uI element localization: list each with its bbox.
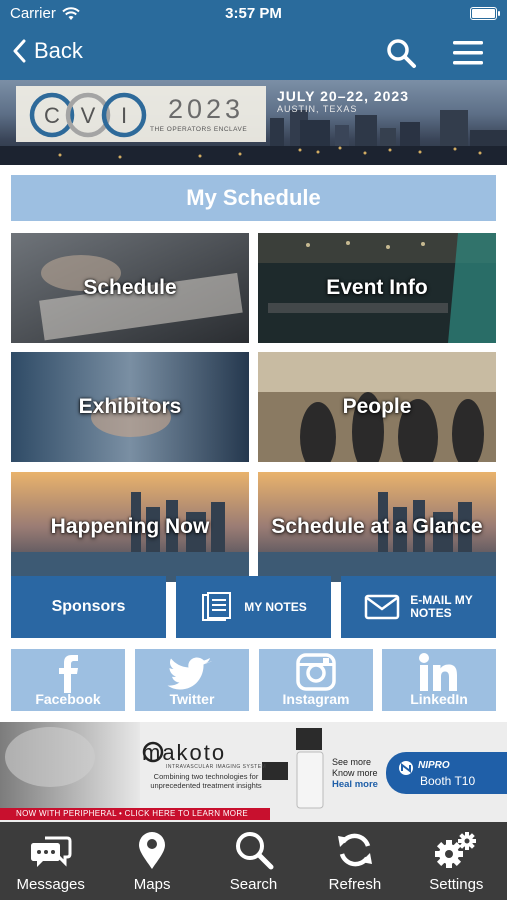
linkedin-label: LinkedIn <box>410 691 468 707</box>
event-info-tile-label: Event Info <box>326 276 428 299</box>
envelope-icon <box>365 594 400 620</box>
notes-icon <box>202 592 232 621</box>
search-icon[interactable] <box>385 37 417 69</box>
back-label: Back <box>34 38 83 63</box>
event-logo: C V I 2023 THE OPERATORS ENCLAVE <box>16 86 266 142</box>
map-pin-icon <box>139 832 166 869</box>
my-notes-button[interactable]: MY NOTES <box>176 576 331 638</box>
tab-messages[interactable]: Messages <box>0 822 101 900</box>
logo-letter-i: I <box>121 103 127 128</box>
people-tile[interactable]: People <box>258 352 496 462</box>
event-dates: JULY 20–22, 2023 <box>277 88 409 104</box>
tab-maps-label: Maps <box>133 876 171 893</box>
instagram-button[interactable]: Instagram <box>259 649 373 711</box>
messages-icon <box>30 836 72 867</box>
event-year: 2023 <box>168 94 245 124</box>
twitter-button[interactable]: Twitter <box>135 649 249 711</box>
linkedin-button[interactable]: LinkedIn <box>382 649 496 711</box>
sponsor-ad-banner[interactable]: makoto INTRAVASCULAR IMAGING SYSTEM Comb… <box>0 722 507 822</box>
event-tagline: THE OPERATORS ENCLAVE <box>150 126 248 133</box>
tab-search-label: Search <box>229 876 278 893</box>
tab-refresh-label: Refresh <box>328 876 382 893</box>
nipro-logo-icon <box>399 761 413 775</box>
instagram-label: Instagram <box>282 691 350 707</box>
ad-sponsor-name: NIPRO <box>418 760 450 771</box>
tab-settings-label: Settings <box>429 876 484 893</box>
event-location: AUSTIN, TEXAS <box>277 104 358 114</box>
tab-bar: Messages Maps Search Refresh Settings <box>0 822 507 900</box>
chevron-left-icon <box>13 39 26 63</box>
schedule-tile-label: Schedule <box>83 276 177 299</box>
status-bar: Carrier 3:57 PM <box>0 0 507 28</box>
facebook-label: Facebook <box>35 691 101 707</box>
email-my-notes-label: E-MAIL MY NOTES <box>410 594 472 620</box>
tab-messages-label: Messages <box>16 876 85 893</box>
status-time: 3:57 PM <box>225 5 282 22</box>
battery-icon <box>470 7 500 20</box>
nav-bar: Back <box>0 28 507 80</box>
exhibitors-tile-label: Exhibitors <box>78 395 182 418</box>
happening-now-tile[interactable]: Happening Now <box>11 472 249 582</box>
logo-letter-v: V <box>81 103 96 128</box>
ad-brand: makoto <box>142 740 227 765</box>
ad-booth: Booth T10 <box>420 774 476 788</box>
tab-search[interactable]: Search <box>203 822 304 900</box>
tab-maps[interactable]: Maps <box>101 822 202 900</box>
event-info-tile[interactable]: Event Info <box>258 233 496 343</box>
ad-strip: NOW WITH PERIPHERAL • CLICK HERE TO LEAR… <box>0 808 270 820</box>
twitter-label: Twitter <box>169 691 215 707</box>
refresh-icon <box>337 833 372 867</box>
back-button[interactable]: Back <box>12 38 83 64</box>
cvi-logo-mark: C V I <box>29 92 147 138</box>
sponsors-label: Sponsors <box>51 598 126 615</box>
ad-heal-more: Heal more <box>332 779 378 790</box>
tab-refresh[interactable]: Refresh <box>304 822 405 900</box>
email-my-notes-line2: NOTES <box>410 606 452 620</box>
ad-brand-sub: INTRAVASCULAR IMAGING SYSTEM <box>166 764 267 770</box>
tab-settings[interactable]: Settings <box>406 822 507 900</box>
search-icon <box>235 832 274 870</box>
my-schedule-button[interactable]: My Schedule <box>11 175 496 221</box>
ad-slogan: See more Know more <box>332 757 378 779</box>
sponsors-button[interactable]: Sponsors <box>11 576 166 638</box>
ad-sponsor-badge: NIPRO Booth T10 <box>386 752 507 794</box>
ad-description: Combining two technologies for unprecede… <box>150 772 262 790</box>
facebook-button[interactable]: Facebook <box>11 649 125 711</box>
schedule-at-a-glance-tile-label: Schedule at a Glance <box>271 515 483 538</box>
my-notes-label: MY NOTES <box>244 600 307 614</box>
happening-now-tile-label: Happening Now <box>50 515 210 538</box>
logo-letter-c: C <box>44 103 60 128</box>
exhibitors-tile[interactable]: Exhibitors <box>11 352 249 462</box>
hamburger-menu-icon[interactable] <box>452 39 484 67</box>
email-my-notes-button[interactable]: E-MAIL MY NOTES <box>341 576 496 638</box>
people-tile-label: People <box>342 395 412 418</box>
schedule-tile[interactable]: Schedule <box>11 233 249 343</box>
schedule-at-a-glance-tile[interactable]: Schedule at a Glance <box>258 472 496 582</box>
ad-see-more: See more <box>332 757 372 767</box>
event-banner: C V I 2023 THE OPERATORS ENCLAVE JULY 20… <box>0 80 507 165</box>
ad-know-more: Know more <box>332 768 378 778</box>
gears-icon <box>435 832 477 868</box>
